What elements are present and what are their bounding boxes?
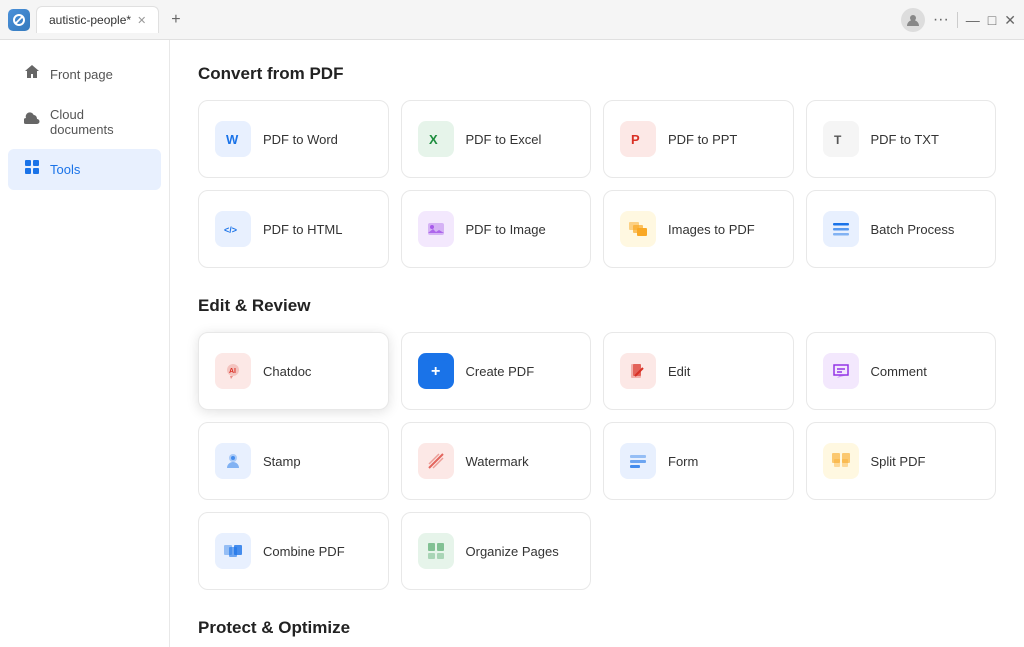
- maximize-button[interactable]: □: [988, 13, 996, 27]
- tool-pdf-to-ppt[interactable]: P PDF to PPT: [603, 100, 794, 178]
- tool-create-pdf[interactable]: + Create PDF: [401, 332, 592, 410]
- section-edit-title: Edit & Review: [198, 296, 996, 316]
- comment-icon: [823, 353, 859, 389]
- chatdoc-icon: AI: [215, 353, 251, 389]
- svg-text:AI: AI: [229, 368, 236, 375]
- pdf-to-html-icon: </>: [215, 211, 251, 247]
- sidebar: Front page Cloud documents Tools: [0, 40, 170, 647]
- tool-split-pdf[interactable]: Split PDF: [806, 422, 997, 500]
- active-tab[interactable]: autistic-people* ✕: [36, 6, 159, 33]
- stamp-label: Stamp: [263, 454, 301, 469]
- sidebar-item-tools-label: Tools: [50, 162, 80, 177]
- user-avatar-icon[interactable]: [901, 8, 925, 32]
- sidebar-item-front-page-label: Front page: [50, 67, 113, 82]
- edit-label: Edit: [668, 364, 690, 379]
- tool-pdf-to-txt[interactable]: T PDF to TXT: [806, 100, 997, 178]
- section-convert-title: Convert from PDF: [198, 64, 996, 84]
- sidebar-item-cloud-documents[interactable]: Cloud documents: [8, 97, 161, 147]
- form-label: Form: [668, 454, 698, 469]
- combine-pdf-icon: [215, 533, 251, 569]
- tool-pdf-to-image[interactable]: PDF to Image: [401, 190, 592, 268]
- comment-label: Comment: [871, 364, 927, 379]
- convert-tools-grid: W PDF to Word X PDF to Excel: [198, 100, 996, 268]
- section-protect: Protect & Optimize: [198, 618, 996, 647]
- titlebar: autistic-people* ✕ + ··· — □ ✕: [0, 0, 1024, 40]
- svg-text:T: T: [834, 133, 842, 147]
- images-to-pdf-label: Images to PDF: [668, 222, 755, 237]
- organize-pages-icon: [418, 533, 454, 569]
- edit-icon: [620, 353, 656, 389]
- tool-chatdoc[interactable]: AI Chatdoc: [198, 332, 389, 410]
- pdf-to-word-label: PDF to Word: [263, 132, 338, 147]
- batch-process-label: Batch Process: [871, 222, 955, 237]
- app-logo-icon: [12, 13, 26, 27]
- pdf-to-ppt-icon: P: [620, 121, 656, 157]
- svg-text:+: +: [431, 363, 440, 380]
- edit-tools-grid: AI Chatdoc + Create PDF: [198, 332, 996, 590]
- tool-edit[interactable]: Edit: [603, 332, 794, 410]
- home-icon: [24, 64, 40, 85]
- sidebar-item-tools[interactable]: Tools: [8, 149, 161, 190]
- cloud-icon: [24, 112, 40, 133]
- svg-text:P: P: [631, 132, 640, 147]
- main-content: Convert from PDF W PDF to Word: [170, 40, 1024, 647]
- tool-pdf-to-word[interactable]: W PDF to Word: [198, 100, 389, 178]
- pdf-to-txt-label: PDF to TXT: [871, 132, 939, 147]
- tool-comment[interactable]: Comment: [806, 332, 997, 410]
- images-to-pdf-icon: [620, 211, 656, 247]
- stamp-icon: [215, 443, 251, 479]
- pdf-to-txt-icon: T: [823, 121, 859, 157]
- new-tab-button[interactable]: +: [165, 11, 186, 29]
- split-pdf-icon: [823, 443, 859, 479]
- combine-pdf-label: Combine PDF: [263, 544, 345, 559]
- tab-label: autistic-people*: [49, 13, 131, 27]
- more-options-button[interactable]: ···: [933, 11, 949, 29]
- form-icon: [620, 443, 656, 479]
- chatdoc-label: Chatdoc: [263, 364, 311, 379]
- tool-stamp[interactable]: Stamp: [198, 422, 389, 500]
- pdf-to-excel-label: PDF to Excel: [466, 132, 542, 147]
- tool-batch-process[interactable]: Batch Process: [806, 190, 997, 268]
- svg-text:X: X: [429, 132, 438, 147]
- tool-watermark[interactable]: Watermark: [401, 422, 592, 500]
- svg-text:</>: </>: [224, 225, 237, 235]
- app-body: Front page Cloud documents Tools: [0, 40, 1024, 647]
- sidebar-item-front-page[interactable]: Front page: [8, 54, 161, 95]
- tool-form[interactable]: Form: [603, 422, 794, 500]
- section-edit-review: Edit & Review AI Chatdoc: [198, 296, 996, 590]
- organize-pages-label: Organize Pages: [466, 544, 559, 559]
- tool-pdf-to-excel[interactable]: X PDF to Excel: [401, 100, 592, 178]
- svg-text:W: W: [226, 132, 239, 147]
- pdf-to-image-icon: [418, 211, 454, 247]
- create-pdf-label: Create PDF: [466, 364, 535, 379]
- tool-images-to-pdf[interactable]: Images to PDF: [603, 190, 794, 268]
- section-convert: Convert from PDF W PDF to Word: [198, 64, 996, 268]
- titlebar-right: ··· — □ ✕: [901, 8, 1016, 32]
- pdf-to-word-icon: W: [215, 121, 251, 157]
- create-pdf-icon: +: [418, 353, 454, 389]
- pdf-to-image-label: PDF to Image: [466, 222, 546, 237]
- sidebar-item-cloud-docs-label: Cloud documents: [50, 107, 145, 137]
- tool-organize-pages[interactable]: Organize Pages: [401, 512, 592, 590]
- split-pdf-label: Split PDF: [871, 454, 926, 469]
- app-icon: [8, 9, 30, 31]
- watermark-label: Watermark: [466, 454, 529, 469]
- pdf-to-excel-icon: X: [418, 121, 454, 157]
- section-protect-title: Protect & Optimize: [198, 618, 996, 638]
- titlebar-left: autistic-people* ✕ +: [8, 6, 901, 33]
- close-button[interactable]: ✕: [1004, 13, 1016, 27]
- pdf-to-ppt-label: PDF to PPT: [668, 132, 737, 147]
- pdf-to-html-label: PDF to HTML: [263, 222, 342, 237]
- watermark-icon: [418, 443, 454, 479]
- separator: [957, 12, 958, 28]
- tab-close-button[interactable]: ✕: [137, 14, 146, 27]
- batch-process-icon: [823, 211, 859, 247]
- minimize-button[interactable]: —: [966, 13, 980, 27]
- tool-pdf-to-html[interactable]: </> PDF to HTML: [198, 190, 389, 268]
- tools-grid-icon: [24, 159, 40, 180]
- tool-combine-pdf[interactable]: Combine PDF: [198, 512, 389, 590]
